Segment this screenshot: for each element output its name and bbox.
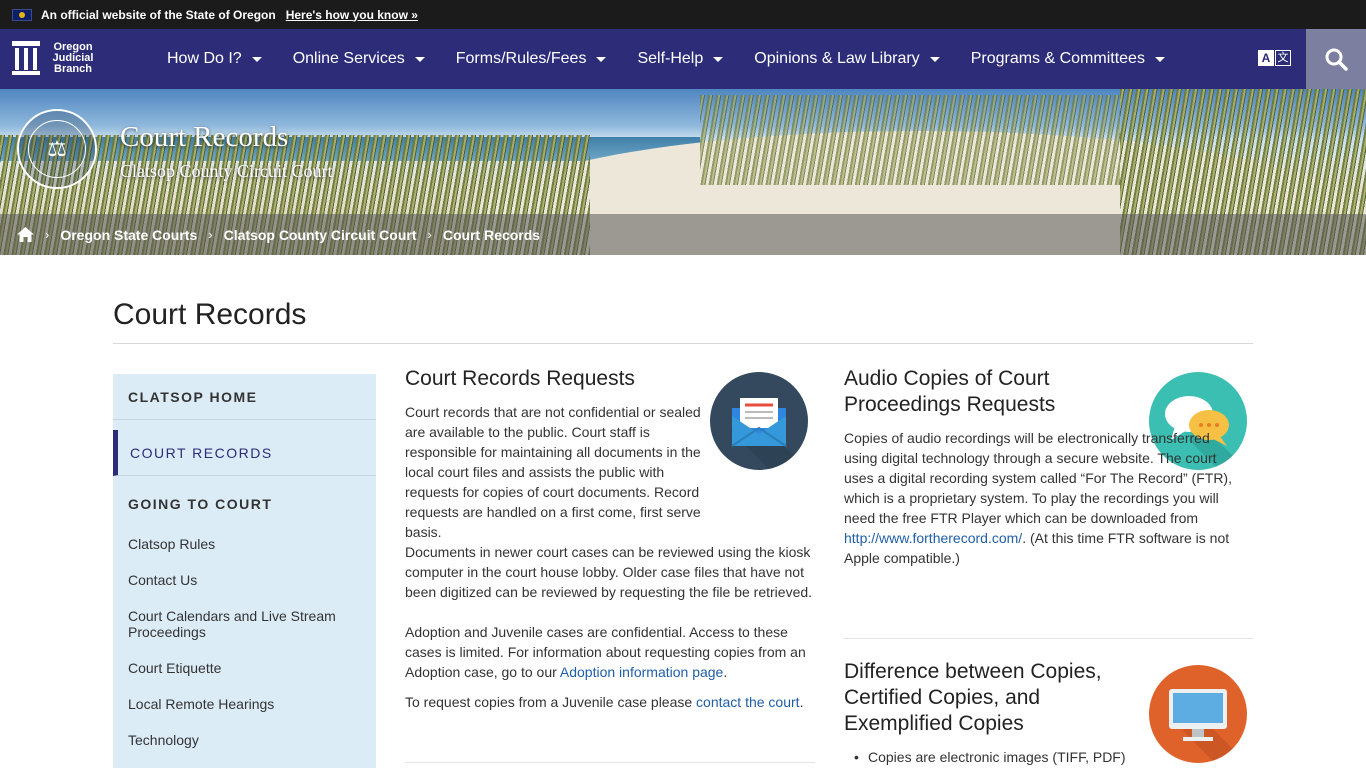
nav-item-opinions-law-library[interactable]: Opinions & Law Library — [754, 50, 940, 68]
breadcrumb-separator: › — [45, 227, 50, 242]
hero-title: Court Records — [120, 121, 289, 153]
audio-copies-p1: Copies of audio recordings will be elect… — [844, 430, 1232, 566]
sidebar-link-court-calendars[interactable]: Court Calendars and Live Stream Proceedi… — [128, 608, 358, 640]
title-divider — [113, 343, 1253, 344]
translate-icon-a: A — [1258, 50, 1274, 66]
home-icon[interactable] — [17, 227, 34, 242]
adoption-information-link[interactable]: Adoption information page — [560, 664, 723, 680]
page-title: Court Records — [113, 298, 307, 331]
sidebar: CLATSOP HOME COURT RECORDS GOING TO COUR… — [113, 374, 376, 768]
breadcrumb: › Oregon State Courts › Clatsop County C… — [0, 214, 1366, 255]
hero-grass-mid — [700, 95, 1120, 185]
caret-down-icon — [929, 56, 940, 62]
caret-down-icon — [713, 56, 724, 62]
nav-item-forms-rules-fees[interactable]: Forms/Rules/Fees — [456, 50, 607, 68]
breadcrumb-separator: › — [427, 227, 432, 242]
copies-difference-heading: Difference between Copies, Certified Cop… — [844, 660, 1102, 735]
sidebar-item-clatsop-home[interactable]: CLATSOP HOME — [113, 374, 376, 420]
records-requests-p4: To request copies from a Juvenile case p… — [405, 694, 804, 710]
caret-down-icon — [414, 56, 425, 62]
breadcrumb-court-records[interactable]: Court Records — [443, 227, 540, 243]
official-banner: An official website of the State of Oreg… — [0, 0, 1366, 29]
translate-button[interactable]: A 文 — [1258, 50, 1291, 68]
translate-icon-b: 文 — [1275, 50, 1291, 66]
oregon-flag-icon — [12, 8, 32, 21]
sidebar-link-court-etiquette[interactable]: Court Etiquette — [128, 660, 358, 676]
breadcrumb-separator: › — [208, 227, 213, 242]
nav-menu: How Do I? Online Services Forms/Rules/Fe… — [167, 29, 1196, 89]
main-nav: Oregon Judicial Branch How Do I? Online … — [0, 29, 1366, 89]
nav-item-online-services[interactable]: Online Services — [293, 50, 425, 68]
breadcrumb-oregon-state-courts[interactable]: Oregon State Courts — [60, 227, 197, 243]
copies-bullet-1: • Copies are electronic images (TIFF, PD… — [854, 749, 1126, 765]
scales-icon: ⚖ — [28, 120, 86, 178]
records-requests-p2: Documents in newer court cases can be re… — [405, 544, 813, 600]
bullet-dot-icon: • — [854, 749, 859, 765]
oregon-judicial-branch-logo[interactable]: Oregon Judicial Branch — [12, 41, 98, 75]
nav-item-programs-committees[interactable]: Programs & Committees — [971, 50, 1165, 68]
records-requests-p1a: Court records that are not confidential … — [405, 402, 705, 542]
official-banner-text: An official website of the State of Oreg… — [41, 7, 276, 22]
middle-column-divider — [405, 762, 815, 763]
sidebar-link-contact-us[interactable]: Contact Us — [128, 572, 358, 588]
audio-copies-heading: Audio Copies of Court Proceedings Reques… — [844, 367, 1056, 416]
monitor-icon — [1149, 665, 1247, 763]
records-requests-heading: Court Records Requests — [405, 367, 635, 390]
sidebar-link-clatsop-rules[interactable]: Clatsop Rules — [128, 536, 358, 552]
search-icon — [1325, 48, 1348, 71]
caret-down-icon — [251, 56, 262, 62]
judicial-department-seal: ⚖ — [17, 109, 97, 189]
sidebar-link-technology[interactable]: Technology — [128, 732, 358, 748]
nav-item-self-help[interactable]: Self-Help — [637, 50, 724, 68]
contact-the-court-link[interactable]: contact the court — [696, 694, 800, 710]
right-column-divider — [844, 638, 1253, 639]
sidebar-item-court-records[interactable]: COURT RECORDS — [113, 430, 376, 476]
breadcrumb-clatsop-county[interactable]: Clatsop County Circuit Court — [224, 227, 417, 243]
hero-banner: ⚖ Court Records Clatsop County Circuit C… — [0, 89, 1366, 255]
caret-down-icon — [1154, 56, 1165, 62]
hero-subtitle: Clatsop County Circuit Court — [120, 161, 333, 181]
search-button[interactable] — [1306, 29, 1366, 89]
heres-how-you-know-link[interactable]: Here's how you know » — [286, 8, 418, 22]
nav-item-how-do-i[interactable]: How Do I? — [167, 50, 262, 68]
sidebar-link-local-remote-hearings[interactable]: Local Remote Hearings — [128, 696, 358, 712]
records-requests-p3: Adoption and Juvenile cases are confiden… — [405, 624, 806, 680]
sidebar-item-going-to-court[interactable]: GOING TO COURT — [113, 476, 376, 532]
logo-text: Oregon Judicial Branch — [52, 40, 94, 75]
pillar-icon — [12, 41, 40, 75]
caret-down-icon — [596, 56, 607, 62]
envelope-icon — [710, 372, 808, 470]
fortherecord-link[interactable]: http://www.fortherecord.com/ — [844, 530, 1022, 546]
records-requests-p1: Court records that are not confidential … — [405, 404, 701, 540]
